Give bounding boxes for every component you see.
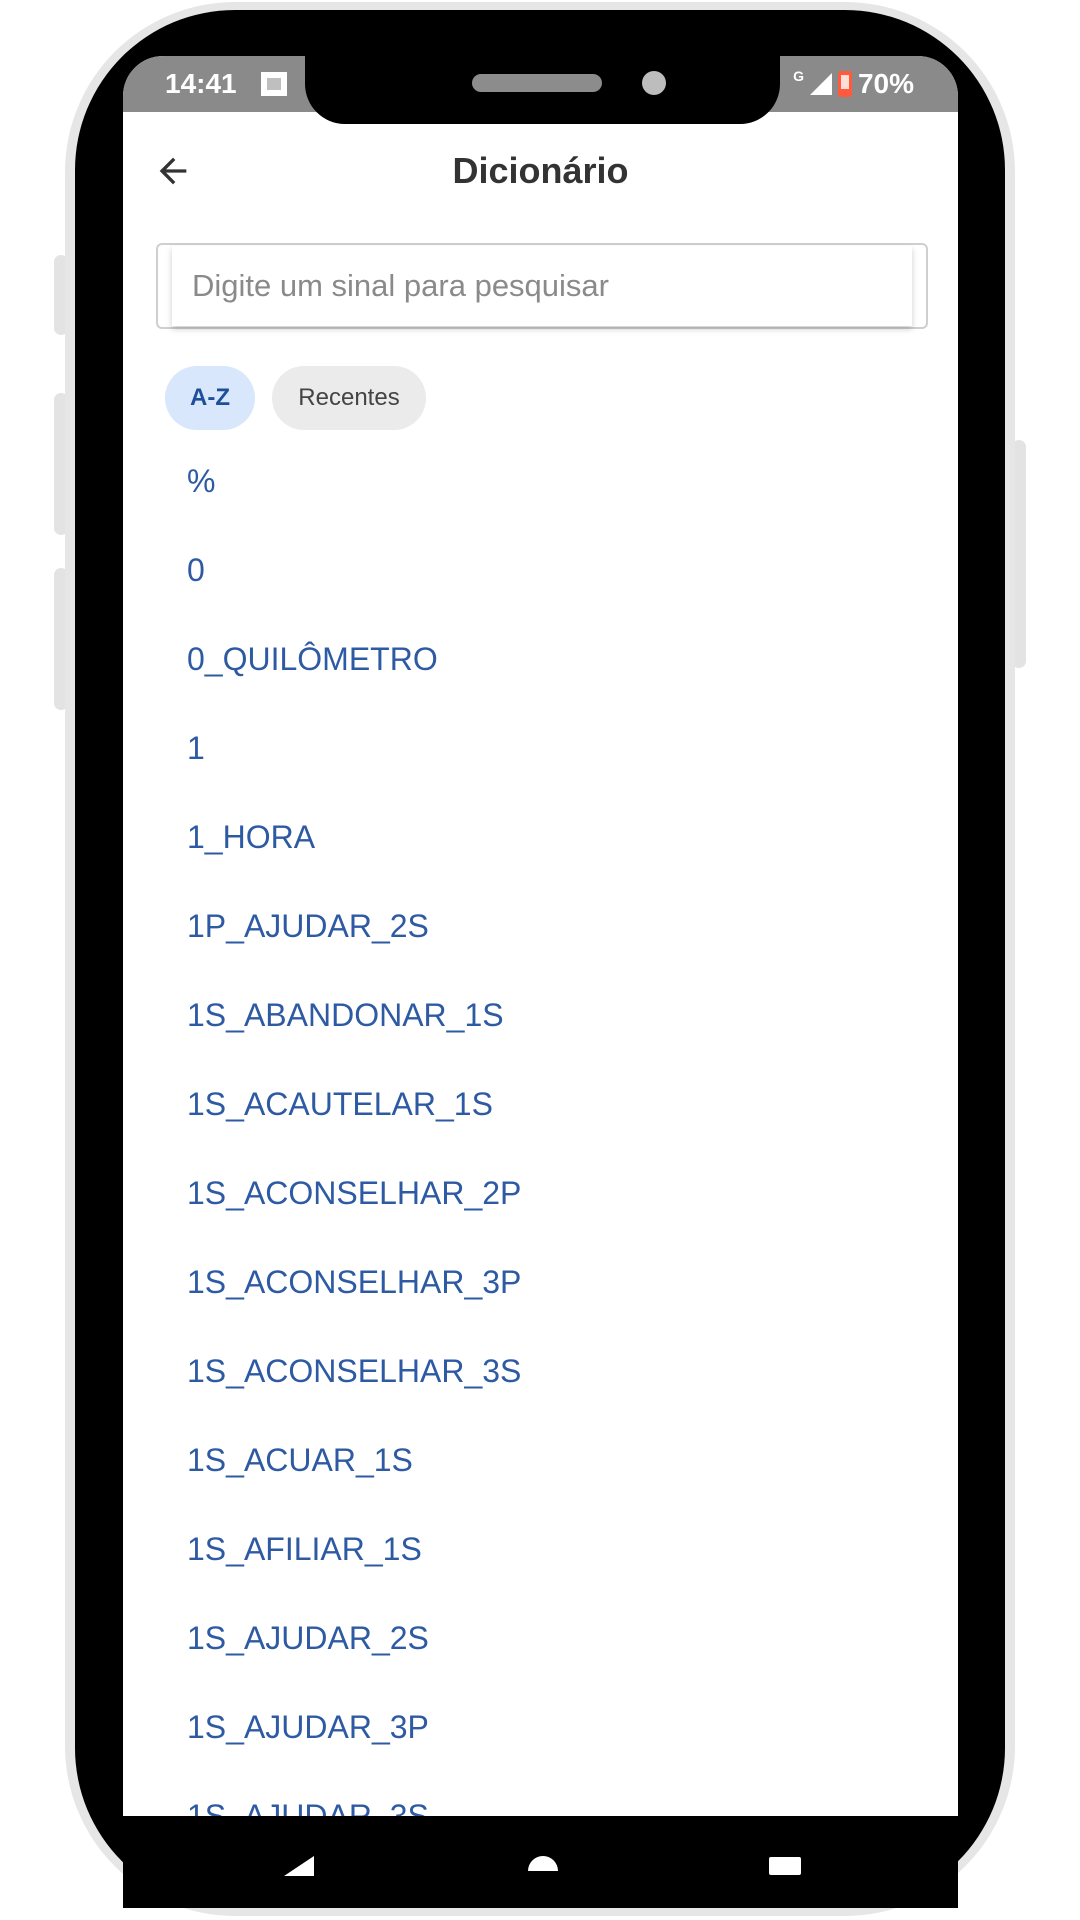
network-type: G: [793, 68, 804, 84]
status-indicators: G 70%: [793, 68, 914, 100]
list-item[interactable]: 0_QUILÔMETRO: [187, 641, 438, 678]
nav-recents-icon[interactable]: [769, 1857, 801, 1875]
search-input[interactable]: [172, 246, 912, 326]
list-item[interactable]: 1S_AFILIAR_1S: [187, 1531, 422, 1568]
list-item[interactable]: 1S_AJUDAR_2S: [187, 1620, 429, 1657]
speaker: [472, 74, 602, 92]
list-item[interactable]: 1S_ACONSELHAR_2P: [187, 1175, 521, 1212]
list-item[interactable]: 1S_ACONSELHAR_3P: [187, 1264, 521, 1301]
battery-level: 70%: [857, 68, 914, 99]
list-item[interactable]: 1S_ACAUTELAR_1S: [187, 1086, 493, 1123]
nav-back-icon[interactable]: [284, 1856, 314, 1876]
list-item[interactable]: 1P_AJUDAR_2S: [187, 908, 429, 945]
status-time: 14:41: [165, 68, 237, 99]
filter-chip-recent[interactable]: Recentes: [272, 366, 426, 430]
list-item[interactable]: 1_HORA: [187, 819, 315, 856]
front-camera: [642, 71, 666, 95]
battery-icon: [837, 71, 852, 97]
page-title: Dicionário: [452, 150, 629, 191]
list-item[interactable]: 1S_AJUDAR_3P: [187, 1709, 429, 1746]
list-item[interactable]: 1S_ABANDONAR_1S: [187, 997, 504, 1034]
list-item[interactable]: 0: [187, 552, 205, 589]
list-item[interactable]: 1S_ACUAR_1S: [187, 1442, 413, 1479]
list-item[interactable]: %: [187, 463, 215, 500]
filter-chip-az[interactable]: A-Z: [165, 366, 255, 430]
gallery-icon: [261, 72, 287, 96]
list-item[interactable]: 1: [187, 730, 205, 767]
signal-icon: [809, 73, 832, 95]
list-item[interactable]: 1S_ACONSELHAR_3S: [187, 1353, 521, 1390]
